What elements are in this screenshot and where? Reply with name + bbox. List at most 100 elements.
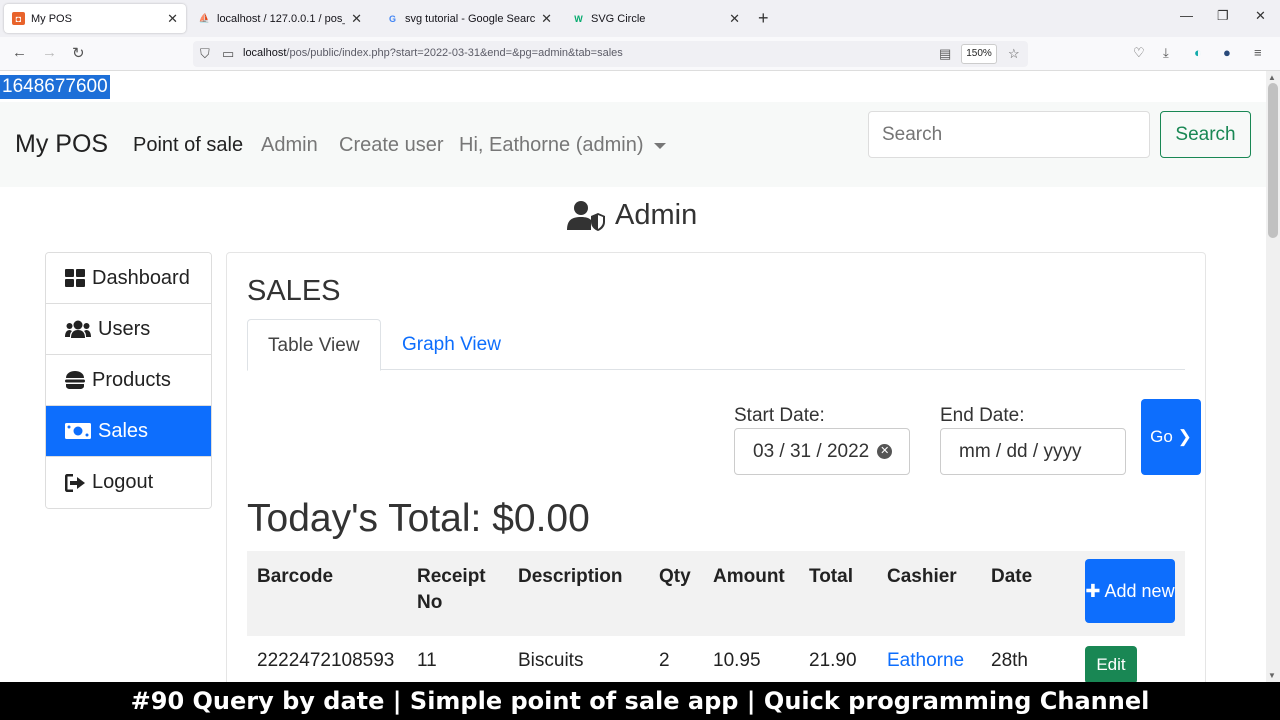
menu-icon[interactable]: ≡ bbox=[1254, 45, 1262, 60]
tab-graph-view[interactable]: Graph View bbox=[382, 319, 521, 370]
user-shield-icon bbox=[567, 200, 605, 231]
section-heading: SALES bbox=[247, 275, 341, 307]
download-icon[interactable]: ⤓ bbox=[1163, 45, 1169, 61]
close-tab-icon[interactable]: ✕ bbox=[541, 11, 552, 27]
back-icon[interactable]: ← bbox=[12, 44, 27, 61]
hamburger-icon bbox=[65, 371, 85, 389]
tracking-shield-icon[interactable]: ⛉ bbox=[200, 46, 210, 62]
sign-out-icon bbox=[65, 473, 85, 492]
browser-tab-svgcircle[interactable]: W SVG Circle ✕ bbox=[564, 4, 748, 33]
column-header: Description bbox=[518, 566, 623, 587]
start-date-value: 03 / 31 / 2022 bbox=[753, 440, 870, 462]
user-greeting: Hi, Eathorne (admin) bbox=[459, 134, 644, 156]
sidebar-item-sales[interactable]: Sales bbox=[46, 406, 211, 457]
plus-icon: ✚ bbox=[1085, 581, 1101, 601]
sidebar-item-label: Logout bbox=[92, 471, 154, 493]
page-info-icon[interactable]: ▭ bbox=[222, 46, 234, 62]
bookmark-star-icon[interactable]: ☆ bbox=[1008, 46, 1020, 62]
nav-point-of-sale[interactable]: Point of sale bbox=[133, 134, 243, 157]
add-new-button[interactable]: ✚ Add new bbox=[1085, 559, 1175, 623]
page-content: 1648677600 My POS Point of sale Admin Cr… bbox=[0, 71, 1266, 682]
browser-tab-google[interactable]: G svg tutorial - Google Search ✕ bbox=[378, 4, 560, 33]
close-tab-icon[interactable]: ✕ bbox=[351, 11, 362, 27]
cell-receipt: 11 bbox=[417, 650, 437, 671]
tab-table-view[interactable]: Table View bbox=[247, 319, 381, 371]
account-icon[interactable]: ● bbox=[1223, 45, 1231, 60]
browser-tab-phpmyadmin[interactable]: ⛵ localhost / 127.0.0.1 / pos_db / ✕ bbox=[190, 4, 370, 33]
cell-barcode: 2222472108593 bbox=[257, 650, 395, 671]
sidebar-item-products[interactable]: Products bbox=[46, 355, 211, 406]
admin-title-text: Admin bbox=[615, 199, 698, 231]
edit-button[interactable]: Edit bbox=[1085, 646, 1137, 682]
pos-favicon-icon: ◘ bbox=[12, 12, 25, 25]
todays-total: Today's Total: $0.00 bbox=[247, 497, 590, 540]
column-header: Total bbox=[809, 566, 853, 587]
tab-title: localhost / 127.0.0.1 / pos_db / bbox=[217, 12, 345, 25]
url-text[interactable]: localhost/pos/public/index.php?start=202… bbox=[243, 47, 623, 59]
add-new-label: Add new bbox=[1104, 581, 1175, 601]
reader-view-icon[interactable]: ▤ bbox=[939, 46, 951, 62]
top-navbar: My POS Point of sale Admin Create user H… bbox=[0, 102, 1266, 187]
window-close-icon[interactable]: ✕ bbox=[1255, 8, 1266, 24]
extension-icon[interactable]: ◐ bbox=[1194, 45, 1202, 60]
sidebar-item-label: Sales bbox=[98, 419, 149, 442]
sidebar-item-label: Users bbox=[98, 317, 151, 340]
sidebar-item-label: Dashboard bbox=[92, 266, 190, 289]
scroll-down-icon[interactable]: ▼ bbox=[1268, 671, 1276, 680]
browser-tab-mypos[interactable]: ◘ My POS ✕ bbox=[4, 4, 186, 33]
google-favicon-icon: G bbox=[386, 12, 399, 25]
column-header: Cashier bbox=[887, 566, 957, 587]
phpmyadmin-favicon-icon: ⛵ bbox=[198, 12, 211, 25]
close-tab-icon[interactable]: ✕ bbox=[729, 11, 740, 27]
cell-date: 28th bbox=[991, 650, 1028, 671]
column-header: Receipt No bbox=[417, 566, 486, 613]
user-dropdown[interactable]: Hi, Eathorne (admin) bbox=[459, 134, 666, 157]
sidebar-item-users[interactable]: Users bbox=[46, 304, 211, 355]
tab-title: SVG Circle bbox=[591, 12, 646, 25]
browser-toolbar: ← → ↻ ⛉ ▭ localhost/pos/public/index.php… bbox=[0, 37, 1280, 71]
go-button[interactable]: Go ❯ bbox=[1141, 399, 1201, 475]
start-date-input[interactable]: 03 / 31 / 2022 ✕ bbox=[734, 428, 910, 475]
scroll-up-icon[interactable]: ▲ bbox=[1268, 73, 1276, 82]
reload-icon[interactable]: ↻ bbox=[72, 44, 85, 62]
new-tab-icon[interactable]: + bbox=[758, 8, 769, 29]
clear-date-icon[interactable]: ✕ bbox=[877, 444, 893, 459]
search-button[interactable]: Search bbox=[1160, 111, 1251, 158]
cell-cashier-link[interactable]: Eathorne bbox=[887, 650, 964, 672]
cell-total: 21.90 bbox=[809, 650, 857, 671]
url-bar[interactable]: ⛉ ▭ localhost/pos/public/index.php?start… bbox=[193, 41, 1028, 67]
minimize-icon[interactable]: — bbox=[1180, 8, 1193, 23]
column-header: Amount bbox=[713, 566, 785, 587]
sidebar-item-dashboard[interactable]: Dashboard bbox=[46, 253, 211, 304]
cell-description: Biscuits bbox=[518, 650, 584, 671]
users-icon bbox=[65, 320, 91, 338]
w3schools-favicon-icon: W bbox=[572, 12, 585, 25]
tab-title: My POS bbox=[31, 12, 72, 25]
page-scrollbar[interactable]: ▲ ▼ bbox=[1266, 71, 1280, 682]
zoom-level[interactable]: 150% bbox=[961, 44, 997, 64]
close-tab-icon[interactable]: ✕ bbox=[167, 11, 178, 27]
forward-icon[interactable]: → bbox=[42, 44, 57, 61]
column-header: Qty bbox=[659, 566, 691, 587]
sidebar-item-logout[interactable]: Logout bbox=[46, 457, 211, 508]
tab-title: svg tutorial - Google Search bbox=[405, 12, 536, 25]
search-input[interactable] bbox=[868, 111, 1150, 158]
start-date-label: Start Date: bbox=[734, 405, 825, 426]
th-large-icon bbox=[65, 269, 85, 287]
nav-create-user[interactable]: Create user bbox=[339, 134, 444, 157]
go-button-label: Go bbox=[1150, 427, 1173, 446]
caret-down-icon bbox=[653, 142, 666, 149]
restore-icon[interactable]: ❐ bbox=[1217, 8, 1229, 24]
sidebar-item-label: Products bbox=[92, 368, 171, 391]
video-caption-banner: #90 Query by date | Simple point of sale… bbox=[0, 682, 1280, 720]
scroll-thumb[interactable] bbox=[1268, 83, 1278, 238]
brand-logo[interactable]: My POS bbox=[15, 130, 108, 159]
column-header: Barcode bbox=[257, 566, 334, 587]
cell-qty: 2 bbox=[659, 650, 670, 671]
column-header: Date bbox=[991, 566, 1033, 587]
end-date-input[interactable]: mm / dd / yyyy bbox=[940, 428, 1126, 475]
pocket-icon[interactable]: ♡ bbox=[1133, 45, 1145, 61]
nav-admin[interactable]: Admin bbox=[261, 134, 318, 157]
admin-sidebar: Dashboard Users Products Sales Logout bbox=[45, 252, 212, 509]
selected-timestamp-text: 1648677600 bbox=[0, 75, 110, 99]
